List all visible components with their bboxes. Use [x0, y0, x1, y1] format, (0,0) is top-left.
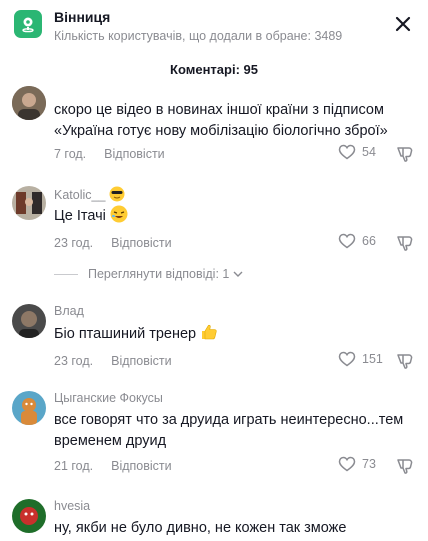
- avatar[interactable]: [12, 499, 46, 533]
- heart-icon: [338, 233, 356, 249]
- thumbs-up-emoji: [200, 323, 218, 348]
- divider: [54, 273, 78, 275]
- dislike-icon[interactable]: [396, 234, 414, 257]
- comment-text: Біо пташиний тренер: [54, 323, 412, 348]
- like-button[interactable]: 73: [338, 456, 376, 472]
- dislike-icon[interactable]: [396, 352, 414, 375]
- close-icon[interactable]: [392, 13, 414, 35]
- avatar[interactable]: [12, 86, 46, 120]
- comment-text: скоро це відео в новинах іншої країни з …: [54, 102, 388, 139]
- reply-button[interactable]: Відповісти: [111, 236, 172, 250]
- comment-time: 23 год.: [54, 354, 94, 368]
- reply-button[interactable]: Відповісти: [111, 459, 172, 473]
- like-count: 54: [362, 145, 376, 159]
- reply-button[interactable]: Відповісти: [104, 147, 165, 161]
- comment-username[interactable]: hvesia: [54, 499, 90, 513]
- location-title[interactable]: Вінниця: [54, 9, 110, 25]
- dislike-icon[interactable]: [396, 145, 414, 168]
- like-count: 151: [362, 352, 383, 366]
- like-button[interactable]: 54: [338, 144, 376, 160]
- cool-face-emoji: [109, 186, 125, 205]
- comment-meta: 7 год. Відповісти: [54, 147, 165, 161]
- dislike-icon[interactable]: [396, 457, 414, 480]
- comment-time: 7 год.: [54, 147, 87, 161]
- view-replies-button[interactable]: Переглянути відповіді: 1: [54, 267, 244, 281]
- favorites-count-text: Кількість користувачів, що додали в обра…: [54, 29, 343, 43]
- like-button[interactable]: 151: [338, 351, 383, 367]
- heart-icon: [338, 456, 356, 472]
- comment-text: ну, якби не було дивно, не кожен так змо…: [54, 520, 347, 536]
- avatar[interactable]: [12, 186, 46, 220]
- comment-username[interactable]: Katolic__: [54, 186, 125, 205]
- comment-text: Це Ітачі: [54, 205, 412, 230]
- comment-username[interactable]: Влад: [54, 304, 84, 318]
- chevron-down-icon: [233, 271, 243, 277]
- location-header: Вінниця Кількість користувачів, що додал…: [0, 0, 428, 52]
- comments-list[interactable]: скоро це відео в новинах іншої країни з …: [0, 82, 428, 541]
- laughing-face-emoji: [110, 205, 128, 230]
- comment-time: 21 год.: [54, 459, 94, 473]
- heart-icon: [338, 351, 356, 367]
- heart-icon: [338, 144, 356, 160]
- like-count: 73: [362, 457, 376, 471]
- comment-time: 23 год.: [54, 236, 94, 250]
- comments-count-title: Коментарі: 95: [170, 62, 258, 77]
- like-button[interactable]: 66: [338, 233, 376, 249]
- comment-meta: 23 год. Відповісти: [54, 354, 172, 368]
- avatar[interactable]: [12, 391, 46, 425]
- comment-meta: 23 год. Відповісти: [54, 236, 172, 250]
- comment-meta: 21 год. Відповісти: [54, 459, 172, 473]
- reply-button[interactable]: Відповісти: [111, 354, 172, 368]
- avatar[interactable]: [12, 304, 46, 338]
- map-pin-icon[interactable]: [14, 10, 42, 38]
- comment-username[interactable]: Цыганские Фокусы: [54, 391, 163, 405]
- like-count: 66: [362, 234, 376, 248]
- comment-text: все говорят что за друида играть неинтер…: [54, 412, 404, 449]
